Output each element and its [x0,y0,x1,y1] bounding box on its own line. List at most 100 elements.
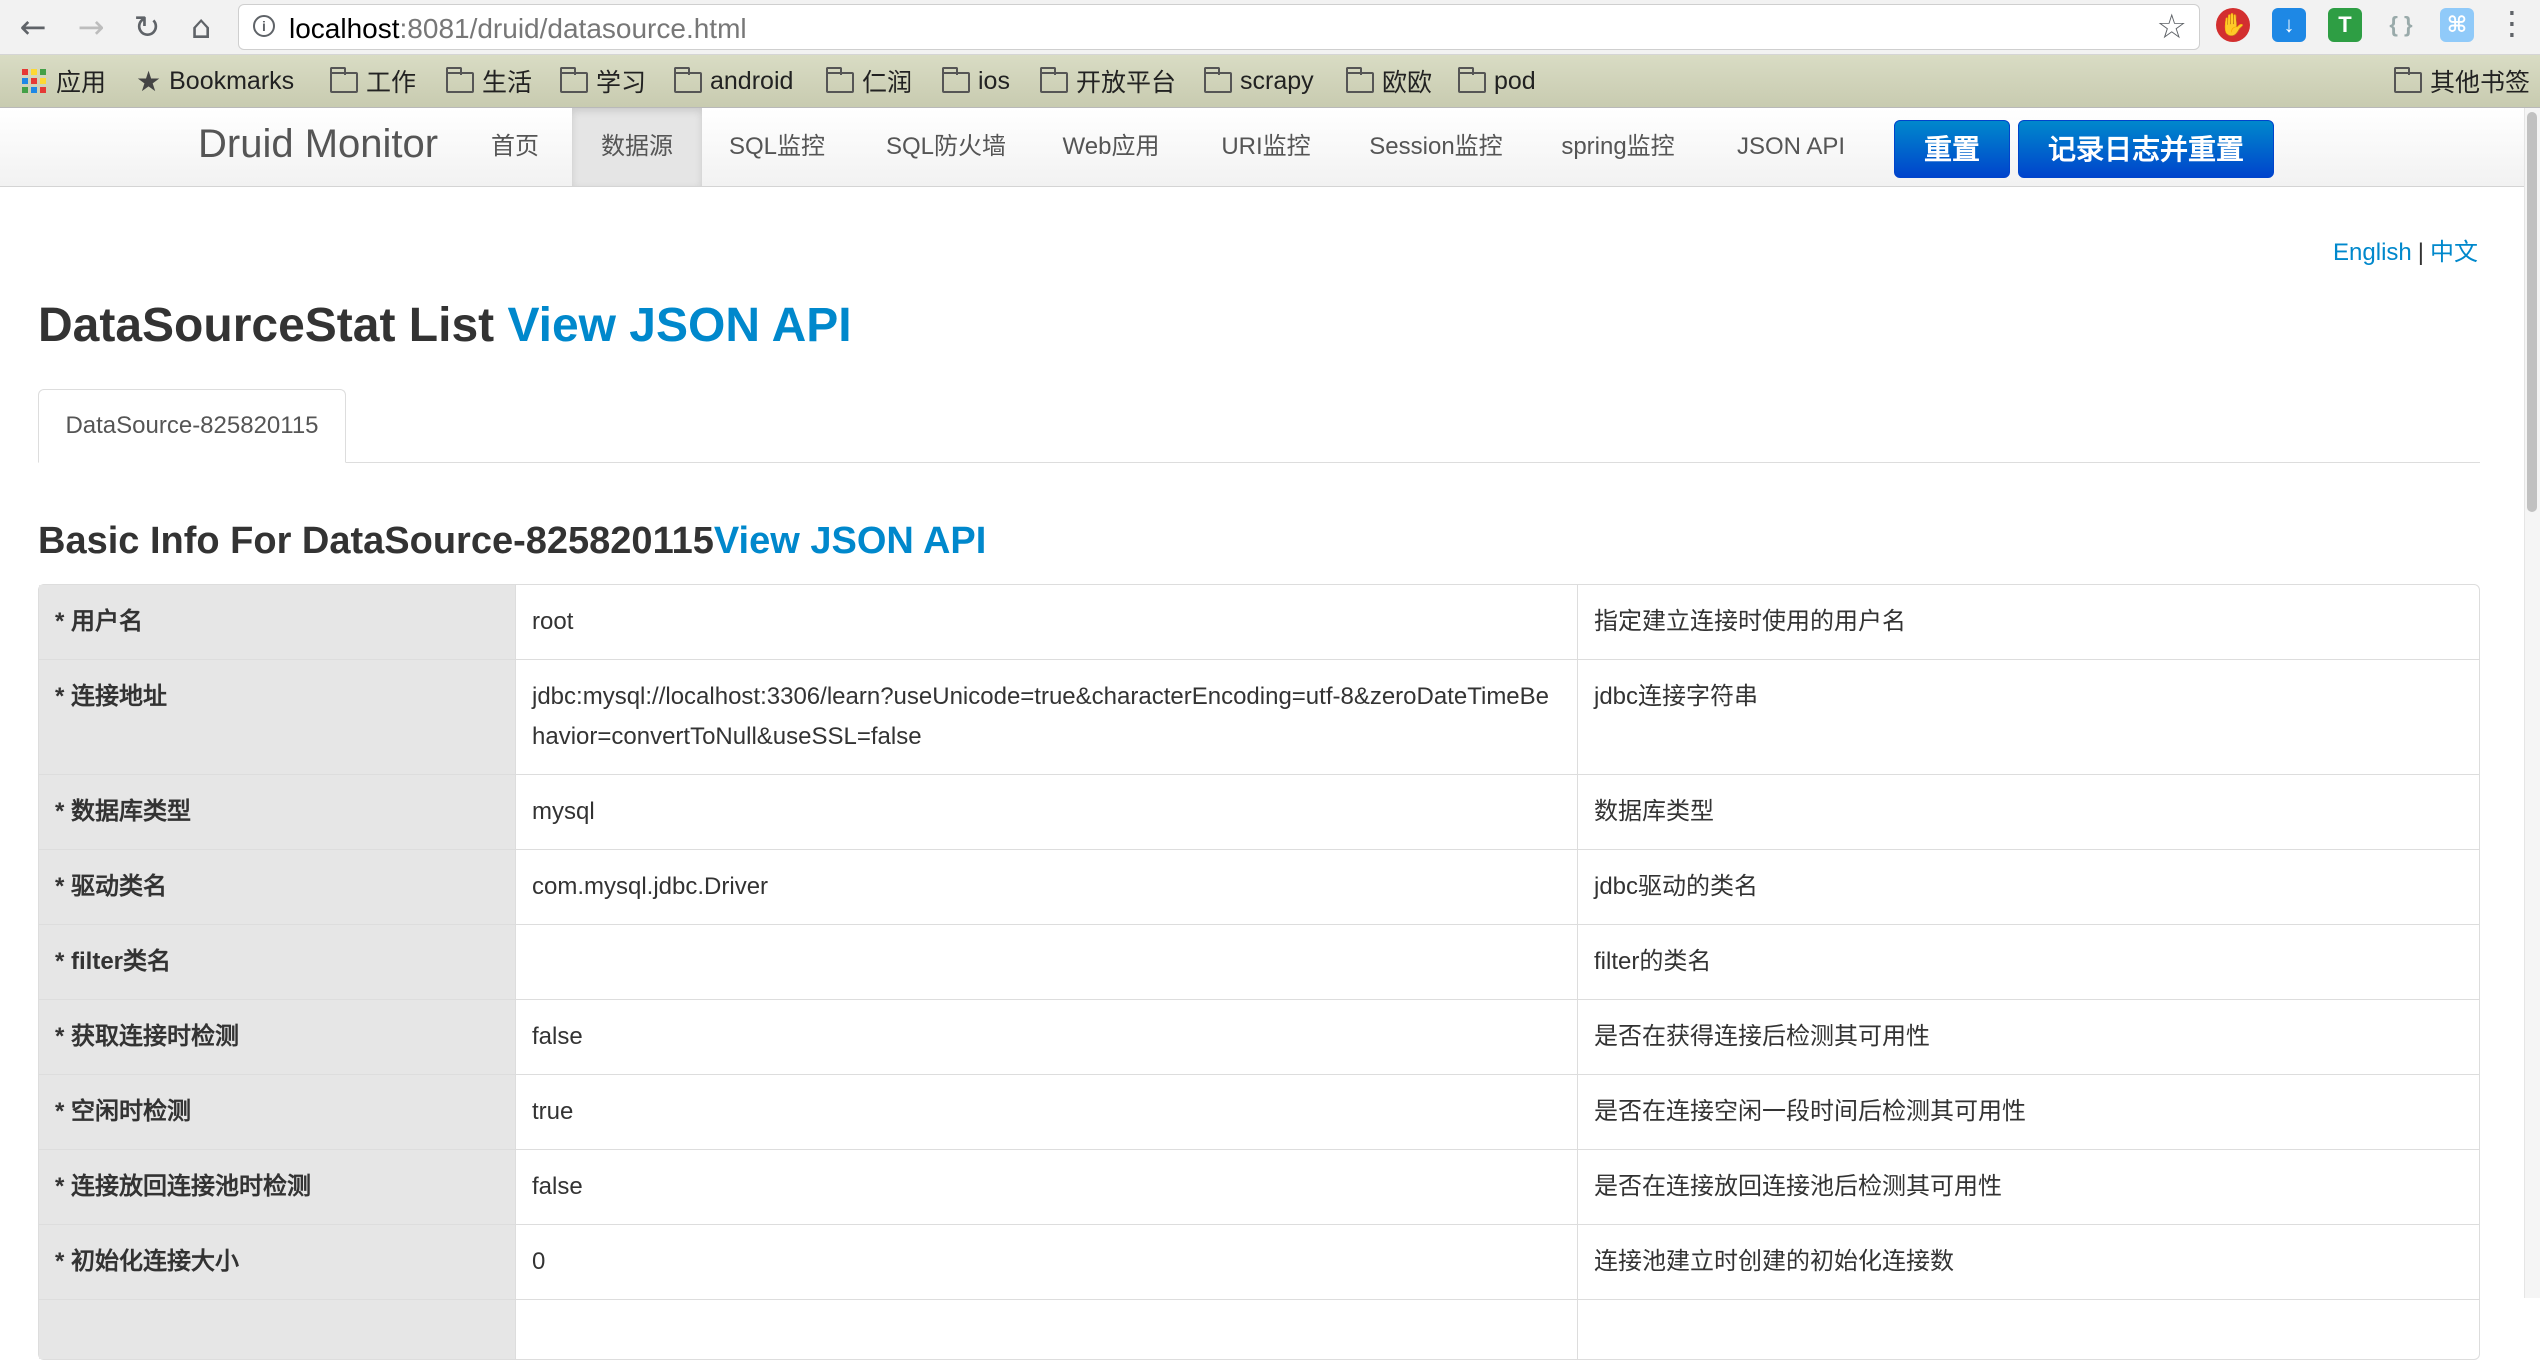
nav-item-uri-monitor[interactable]: URI监控 [1206,108,1326,186]
folder-icon [1346,66,1374,93]
vertical-dots-icon[interactable]: ⋮ [2496,4,2528,42]
row-name: * 数据库类型 [39,774,515,849]
bookmark-folder[interactable]: scrapy [1204,63,1314,99]
bookmark-folder[interactable]: android [674,63,793,99]
nav-item-session-monitor[interactable]: Session监控 [1354,108,1518,186]
row-name [39,1299,515,1359]
section-title: Basic Info For DataSource-825820115View … [38,520,986,563]
tampermonkey-extension-icon[interactable]: T [2328,8,2362,42]
row-value: false [515,1149,1577,1224]
star-icon: ★ [136,64,162,98]
bookmark-apps[interactable]: 应用 [22,63,106,99]
bookmark-label: 生活 [482,69,533,97]
row-name: * 获取连接时检测 [39,999,515,1074]
language-switcher: English | 中文 [2333,232,2478,267]
lang-chinese-link[interactable]: 中文 [2430,239,2478,266]
url-path: :8081/druid/datasource.html [399,13,747,44]
bookmark-folder[interactable]: 仁润 [826,63,912,99]
nav-item-json-api[interactable]: JSON API [1718,108,1864,186]
row-name: * 连接放回连接池时检测 [39,1149,515,1224]
bookmark-label: 应用 [56,69,107,97]
lang-separator: | [2417,239,2424,266]
address-bar[interactable]: i localhost:8081/druid/datasource.html ☆ [238,4,2200,50]
url-text[interactable]: localhost:8081/druid/datasource.html [289,13,747,45]
apps-grid-icon [22,69,46,93]
table-row: * 驱动类名 com.mysql.jdbc.Driver jdbc驱动的类名 [39,849,2479,924]
folder-icon [560,66,588,93]
reset-button[interactable]: 重置 [1894,120,2010,178]
row-name: * 连接地址 [39,659,515,774]
nav-item-web-app[interactable]: Web应用 [1046,108,1176,186]
bookmark-folder[interactable]: ios [942,63,1010,99]
bookmark-folder[interactable]: 工作 [330,63,416,99]
nav-item-datasource[interactable]: 数据源 [572,108,702,186]
bookmark-other-folder[interactable]: 其他书签 [2394,63,2530,99]
row-value: jdbc:mysql://localhost:3306/learn?useUni… [515,659,1577,774]
row-value [515,924,1577,999]
bookmark-label: android [710,66,794,95]
bookmark-label: 工作 [366,69,417,97]
row-value: false [515,999,1577,1074]
folder-icon [1204,66,1232,93]
scrollbar-thumb[interactable] [2527,112,2537,512]
row-description: jdbc驱动的类名 [1577,849,2479,924]
row-name: * 驱动类名 [39,849,515,924]
row-value: mysql [515,774,1577,849]
folder-icon [942,66,970,93]
bookmark-folder[interactable]: 开放平台 [1040,63,1176,99]
row-description: 是否在连接放回连接池后检测其可用性 [1577,1149,2479,1224]
folder-icon [446,66,474,93]
nav-item-home[interactable]: 首页 [470,108,560,186]
row-value: true [515,1074,1577,1149]
bookmark-folder[interactable]: 学习 [560,63,646,99]
bookmark-star-icon[interactable]: ☆ [2157,7,2187,47]
bookmark-label: ios [978,66,1010,95]
shortcut-extension-icon[interactable]: ⌘ [2440,8,2474,42]
nav-item-sql-firewall[interactable]: SQL防火墙 [870,108,1022,186]
basic-info-table: * 用户名 root 指定建立连接时使用的用户名 * 连接地址 jdbc:mys… [38,584,2480,1360]
brand-logo[interactable]: Druid Monitor [198,122,438,167]
bookmark-label: 其他书签 [2430,69,2531,97]
bookmark-label: 开放平台 [1076,69,1177,97]
lang-english-link[interactable]: English [2333,239,2412,266]
row-name: * 用户名 [39,585,515,659]
log-and-reset-button[interactable]: 记录日志并重置 [2018,120,2274,178]
bookmark-label: 仁润 [862,69,913,97]
reload-icon[interactable]: ↻ [126,6,168,48]
folder-icon [826,66,854,93]
row-value: root [515,585,1577,659]
info-icon[interactable]: i [253,15,275,37]
row-description: 连接池建立时创建的初始化连接数 [1577,1224,2479,1299]
table-row: * filter类名 filter的类名 [39,924,2479,999]
row-value [515,1299,1577,1359]
table-row: * 数据库类型 mysql 数据库类型 [39,774,2479,849]
bookmark-label: 欧欧 [1382,69,1433,97]
table-row: * 连接地址 jdbc:mysql://localhost:3306/learn… [39,659,2479,774]
home-icon[interactable]: ⌂ [180,6,222,48]
folder-icon [674,66,702,93]
table-row: * 初始化连接大小 0 连接池建立时创建的初始化连接数 [39,1224,2479,1299]
view-json-api-link[interactable]: View JSON API [507,299,851,352]
browser-toolbar: ← → ↻ ⌂ i localhost:8081/druid/datasourc… [0,0,2540,55]
bookmark-label: Bookmarks [169,66,295,95]
bookmark-folder[interactable]: pod [1458,63,1536,99]
bookmark-folder[interactable]: 生活 [446,63,532,99]
nav-item-spring-monitor[interactable]: spring监控 [1548,108,1688,186]
table-row: * 用户名 root 指定建立连接时使用的用户名 [39,585,2479,659]
section-view-json-api-link[interactable]: View JSON API [714,520,986,562]
bookmark-folder[interactable]: 欧欧 [1346,63,1432,99]
folder-icon [1040,66,1068,93]
bookmark-bookmarks[interactable]: ★ Bookmarks [136,63,294,99]
table-row [39,1299,2479,1359]
save-extension-icon[interactable]: ↓ [2272,8,2306,42]
tab-datasource[interactable]: DataSource-825820115 [38,389,346,463]
folder-icon [1458,66,1486,93]
tabs-divider [38,462,2480,463]
json-extension-icon[interactable]: { } [2384,8,2418,42]
back-icon[interactable]: ← [12,6,54,48]
nav-item-sql-monitor[interactable]: SQL监控 [712,108,842,186]
forward-icon[interactable]: → [70,6,112,48]
url-host: localhost [289,13,400,44]
druid-navbar: Druid Monitor 首页 数据源 SQL监控 SQL防火墙 Web应用 … [0,108,2524,187]
adblock-extension-icon[interactable]: ✋ [2216,8,2250,42]
